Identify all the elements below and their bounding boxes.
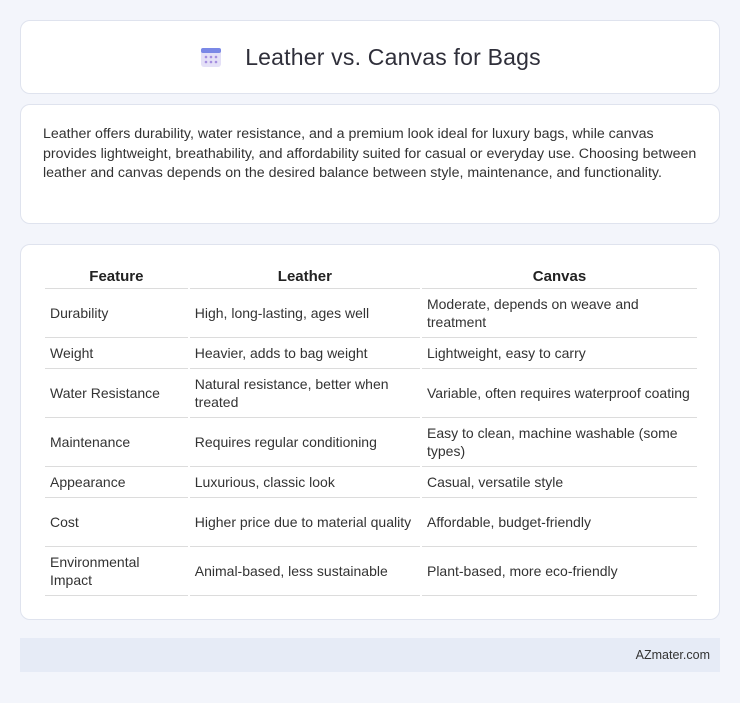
canvas-cell: Plant-based, more eco-friendly bbox=[421, 547, 697, 596]
canvas-cell: Moderate, depends on weave and treatment bbox=[421, 289, 697, 338]
footer-credit: AZmater.com bbox=[635, 648, 710, 662]
leather-cell: Luxurious, classic look bbox=[189, 467, 420, 498]
leather-cell: Requires regular conditioning bbox=[189, 418, 420, 467]
table-row: Weight Heavier, adds to bag weight Light… bbox=[45, 338, 697, 369]
canvas-cell: Variable, often requires waterproof coat… bbox=[421, 369, 697, 418]
feature-cell: Maintenance bbox=[45, 418, 188, 467]
leather-cell: Animal-based, less sustainable bbox=[189, 547, 420, 596]
leather-cell: Higher price due to material quality bbox=[189, 498, 420, 547]
leather-cell: High, long-lasting, ages well bbox=[189, 289, 420, 338]
comparison-card: Feature Leather Canvas Durability High, … bbox=[20, 244, 720, 620]
column-header-canvas: Canvas bbox=[421, 263, 697, 289]
table-row: Appearance Luxurious, classic look Casua… bbox=[45, 467, 697, 498]
column-header-feature: Feature bbox=[45, 263, 188, 289]
calendar-icon bbox=[199, 45, 223, 69]
feature-cell: Water Resistance bbox=[45, 369, 188, 418]
feature-cell: Environmental Impact bbox=[45, 547, 188, 596]
leather-cell: Natural resistance, better when treated bbox=[189, 369, 420, 418]
feature-cell: Appearance bbox=[45, 467, 188, 498]
title-card: Leather vs. Canvas for Bags bbox=[20, 20, 720, 94]
canvas-cell: Casual, versatile style bbox=[421, 467, 697, 498]
table-row: Cost Higher price due to material qualit… bbox=[45, 498, 697, 547]
feature-cell: Cost bbox=[45, 498, 188, 547]
column-header-leather: Leather bbox=[189, 263, 420, 289]
table-header-row: Feature Leather Canvas bbox=[45, 263, 697, 289]
table-row: Water Resistance Natural resistance, bet… bbox=[45, 369, 697, 418]
leather-cell: Heavier, adds to bag weight bbox=[189, 338, 420, 369]
canvas-cell: Easy to clean, machine washable (some ty… bbox=[421, 418, 697, 467]
table-row: Durability High, long-lasting, ages well… bbox=[45, 289, 697, 338]
canvas-cell: Affordable, budget-friendly bbox=[421, 498, 697, 547]
footer-bar: AZmater.com bbox=[20, 638, 720, 672]
feature-cell: Weight bbox=[45, 338, 188, 369]
page-title: Leather vs. Canvas for Bags bbox=[245, 43, 541, 70]
comparison-table: Feature Leather Canvas Durability High, … bbox=[43, 263, 699, 596]
canvas-cell: Lightweight, easy to carry bbox=[421, 338, 697, 369]
table-row: Maintenance Requires regular conditionin… bbox=[45, 418, 697, 467]
table-row: Environmental Impact Animal-based, less … bbox=[45, 547, 697, 596]
summary-card: Leather offers durability, water resista… bbox=[20, 104, 720, 224]
summary-text: Leather offers durability, water resista… bbox=[43, 126, 697, 181]
feature-cell: Durability bbox=[45, 289, 188, 338]
